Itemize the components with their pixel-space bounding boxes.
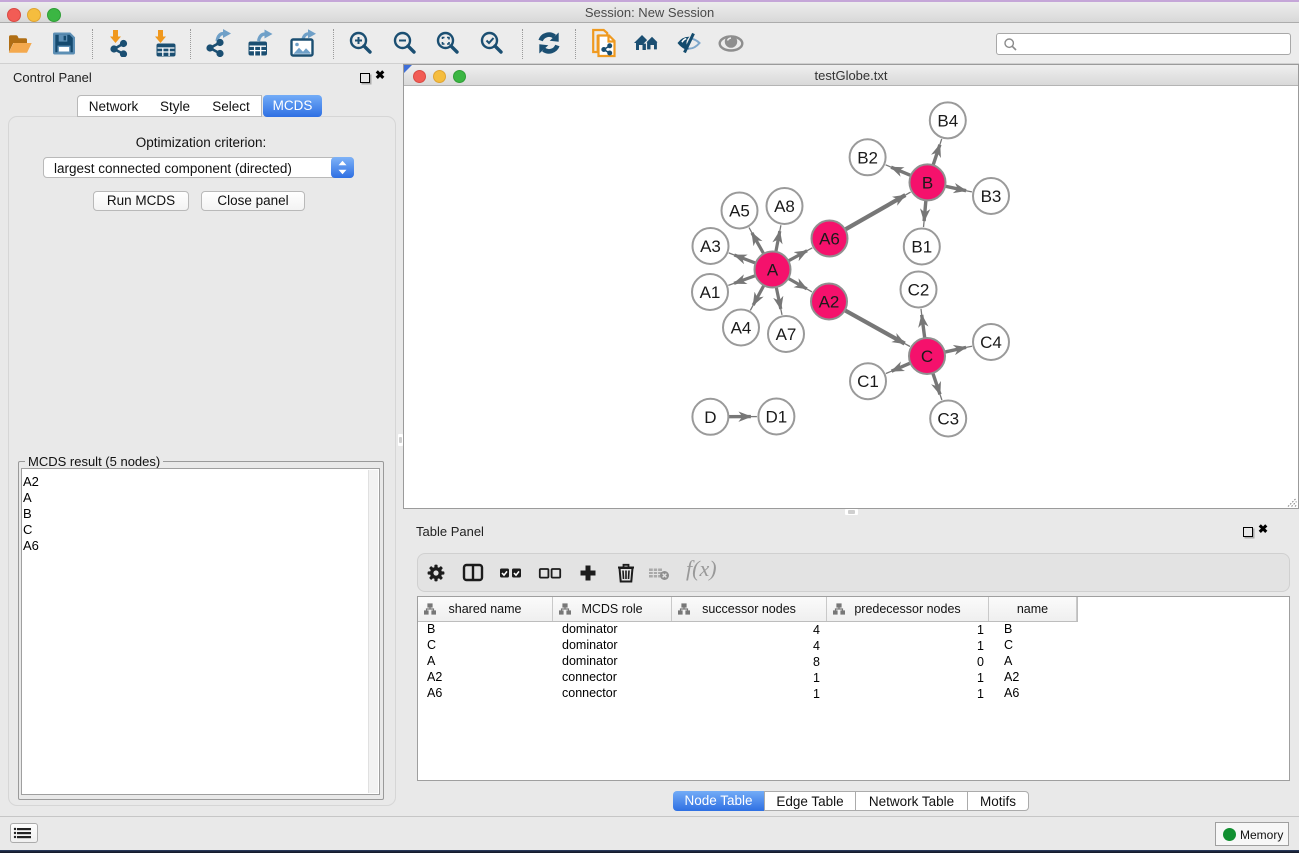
svg-text:C2: C2 bbox=[908, 281, 930, 300]
svg-text:B3: B3 bbox=[981, 187, 1002, 206]
svg-text:B4: B4 bbox=[937, 111, 958, 130]
svg-text:B: B bbox=[922, 173, 933, 192]
svg-text:B1: B1 bbox=[911, 238, 932, 257]
svg-text:A: A bbox=[767, 261, 779, 280]
svg-text:A8: A8 bbox=[774, 197, 795, 216]
svg-text:A5: A5 bbox=[729, 202, 750, 221]
svg-text:C1: C1 bbox=[857, 372, 879, 391]
svg-text:D: D bbox=[704, 408, 716, 427]
svg-text:C4: C4 bbox=[980, 333, 1002, 352]
svg-text:C: C bbox=[921, 347, 933, 366]
svg-text:D1: D1 bbox=[766, 408, 788, 427]
svg-text:A6: A6 bbox=[819, 230, 840, 249]
svg-text:A7: A7 bbox=[776, 325, 797, 344]
svg-text:C3: C3 bbox=[937, 410, 959, 429]
svg-text:A4: A4 bbox=[731, 319, 752, 338]
svg-text:A3: A3 bbox=[700, 237, 721, 256]
svg-text:A1: A1 bbox=[700, 283, 721, 302]
svg-text:A2: A2 bbox=[819, 293, 840, 312]
svg-text:B2: B2 bbox=[857, 148, 878, 167]
